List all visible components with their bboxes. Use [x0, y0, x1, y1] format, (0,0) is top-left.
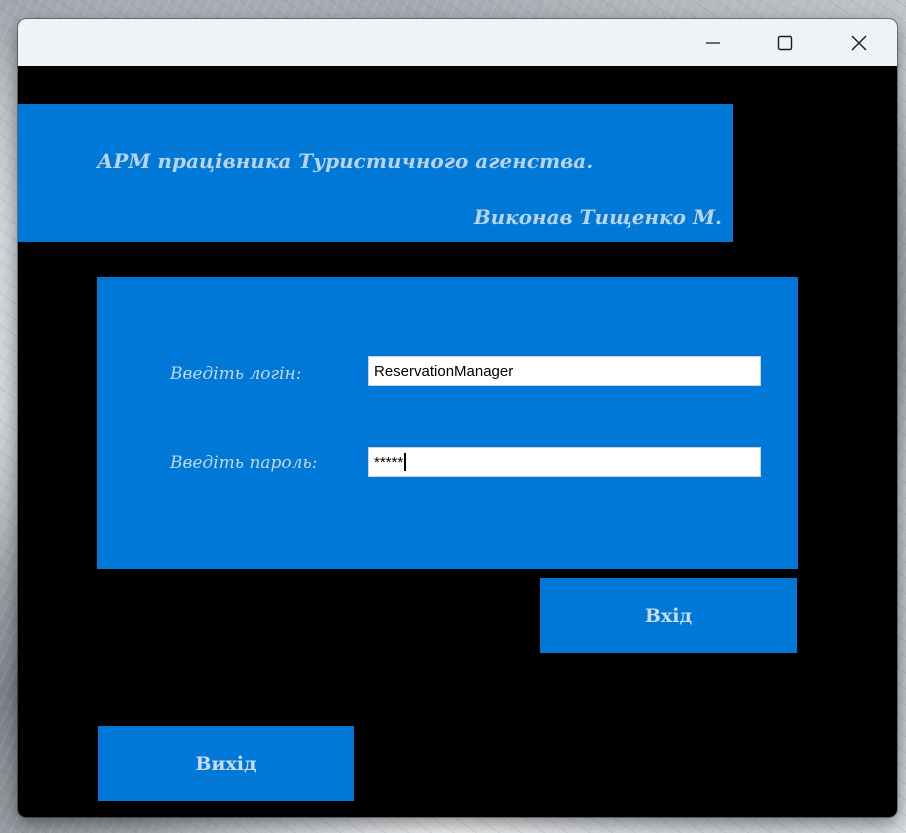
- login-input-value: ReservationManager: [374, 362, 514, 380]
- text-caret: [404, 453, 406, 471]
- password-label: Введіть пароль:: [170, 453, 318, 473]
- close-icon: [850, 34, 868, 52]
- login-window: АРМ працівника Туристичного агенства. Ви…: [18, 19, 897, 817]
- login-label: Введіть логін:: [170, 364, 302, 384]
- minimize-button[interactable]: [684, 19, 742, 66]
- login-input[interactable]: ReservationManager: [368, 356, 761, 386]
- maximize-icon: [777, 35, 793, 51]
- close-button[interactable]: [830, 19, 888, 66]
- password-input-value: *****: [374, 453, 404, 471]
- login-form-panel: [97, 277, 798, 569]
- exit-button[interactable]: Вихід: [98, 726, 354, 801]
- login-button[interactable]: Вхід: [540, 578, 797, 653]
- maximize-button[interactable]: [756, 19, 814, 66]
- title-bar[interactable]: [18, 19, 897, 66]
- author-label: Виконав Тищенко М.: [473, 205, 722, 229]
- app-title: АРМ працівника Туристичного агенства.: [97, 149, 594, 173]
- password-input[interactable]: *****: [368, 447, 761, 477]
- minimize-icon: [705, 35, 721, 51]
